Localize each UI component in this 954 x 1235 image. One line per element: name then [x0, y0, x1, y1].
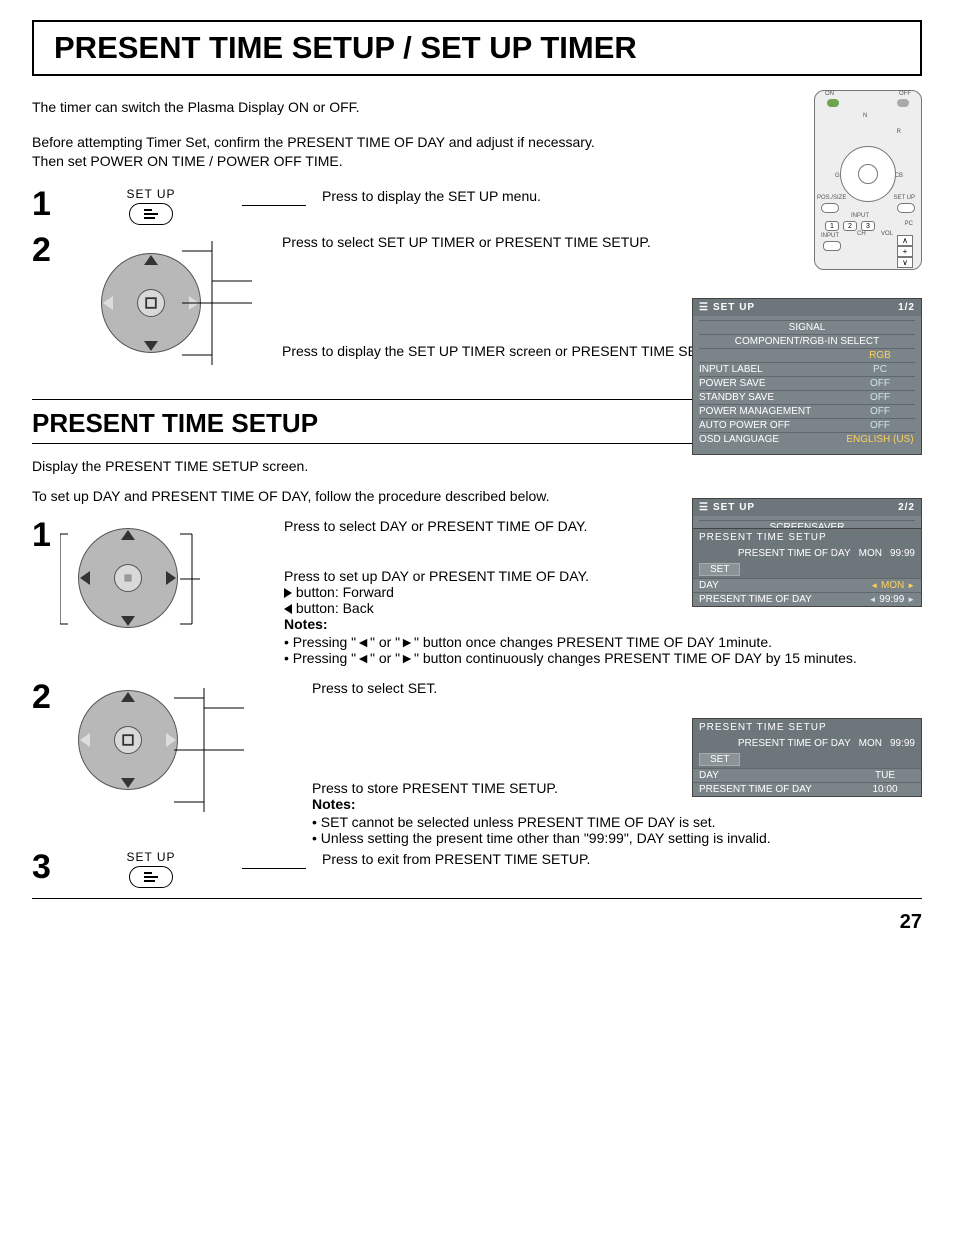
note-item: Pressing "◄" or "►" button continuously … — [284, 650, 922, 666]
note-item: Unless setting the present time other th… — [312, 830, 922, 846]
setup-menu-page-1: ☰SET UP 1/2 SIGNAL COMPONENT/RGB-IN SELE… — [692, 298, 922, 455]
down-arrow-icon — [144, 341, 158, 351]
panel-subheader: PRESENT TIME OF DAY MON 99:99 — [693, 736, 921, 751]
menu-item: POWER SAVEOFF — [699, 376, 915, 390]
setup-button-icon — [129, 866, 173, 888]
present-time-panel-1: PRESENT TIME SETUP PRESENT TIME OF DAY M… — [692, 528, 922, 607]
menu-icon: ☰ — [699, 302, 709, 313]
up-arrow-icon — [121, 692, 135, 702]
menu-item: AUTO POWER OFFOFF — [699, 418, 915, 432]
right-arrow-icon — [166, 733, 176, 747]
action-center-icon — [114, 564, 142, 592]
present-time-panel-2: PRESENT TIME SETUP PRESENT TIME OF DAY M… — [692, 718, 922, 797]
panel-row: DAY ◄ MON ► — [693, 578, 921, 592]
left-triangle-icon — [284, 604, 292, 614]
right-chevron-icon: ► — [907, 595, 915, 604]
up-arrow-icon — [121, 530, 135, 540]
input-button-icon — [823, 241, 841, 251]
left-arrow-icon — [80, 733, 90, 747]
setup-button-icon — [129, 203, 173, 225]
pos-size-button-icon — [821, 203, 839, 213]
top-block: The timer can switch the Plasma Display … — [32, 98, 922, 373]
dial-graphic — [76, 233, 226, 373]
note-item: Pressing "◄" or "►" button once changes … — [284, 634, 922, 650]
right-triangle-icon — [284, 588, 292, 598]
step-number: 2 — [32, 680, 60, 846]
left-arrow-icon — [80, 571, 90, 585]
menu-page-indicator: 2/2 — [898, 502, 915, 513]
panel-row: PRESENT TIME OF DAY 10:00 — [693, 782, 921, 796]
menu-item: INPUT LABELPC — [699, 362, 915, 376]
nav-ring-icon — [840, 146, 896, 202]
vol-rocker-icon: ∧ + ∨ — [897, 235, 913, 268]
down-arrow-icon — [121, 778, 135, 788]
menu-item: SIGNAL — [699, 320, 915, 334]
notes-label: Notes: — [284, 616, 922, 632]
menu-item: RGB — [699, 348, 915, 362]
menu-item: STANDBY SAVEOFF — [699, 390, 915, 404]
setup-button-graphic: SET UP — [76, 187, 226, 225]
up-arrow-icon — [144, 255, 158, 265]
intro-text: The timer can switch the Plasma Display … — [32, 98, 922, 171]
menu-item: COMPONENT/RGB-IN SELECT — [699, 334, 915, 348]
menu-item: POWER MANAGEMENTOFF — [699, 404, 915, 418]
remote-illustration: ON OFF N R G CB POS./SIZE SET UP INPUT 1… — [814, 90, 922, 270]
step-number: 2 — [32, 233, 60, 267]
step-number: 3 — [32, 850, 60, 884]
nav-dial-icon — [68, 680, 188, 800]
left-arrow-icon — [103, 296, 113, 310]
right-arrow-icon — [166, 571, 176, 585]
panel-subheader: PRESENT TIME OF DAY MON 99:99 — [693, 546, 921, 561]
pts-step-3-text: Press to exit from PRESENT TIME SETUP. — [322, 850, 922, 869]
note-item: SET cannot be selected unless PRESENT TI… — [312, 814, 922, 830]
left-chevron-icon: ◄ — [869, 595, 877, 604]
intro-line-2: Before attempting Timer Set, confirm the… — [32, 133, 922, 171]
panel-title: PRESENT TIME SETUP — [693, 719, 921, 736]
step-number: 1 — [32, 187, 60, 221]
left-chevron-icon: ◄ — [870, 581, 878, 590]
down-arrow-icon — [121, 616, 135, 626]
nav-dial-icon — [91, 243, 211, 363]
menu-icon: ☰ — [699, 502, 709, 513]
panel-row: PRESENT TIME OF DAY ◄ 99:99 ► — [693, 592, 921, 606]
notes-label: Notes: — [312, 796, 922, 812]
leader-line-icon — [242, 868, 306, 869]
panel-set-row: SET — [693, 751, 921, 768]
action-center-icon — [137, 289, 165, 317]
pts-step-3: 3 SET UP Press to exit from PRESENT TIME… — [32, 850, 922, 888]
divider — [32, 898, 922, 899]
intro-line-1: The timer can switch the Plasma Display … — [32, 98, 922, 117]
right-arrow-icon — [189, 296, 199, 310]
notes-list: SET cannot be selected unless PRESENT TI… — [312, 814, 922, 846]
page-number: 27 — [32, 911, 922, 934]
off-led-icon — [897, 99, 909, 107]
remote-number-buttons: 1 2 3 — [825, 221, 875, 231]
setup-button-icon — [897, 203, 915, 213]
page-title: PRESENT TIME SETUP / SET UP TIMER — [54, 30, 900, 66]
on-led-icon — [827, 99, 839, 107]
menu-item: OSD LANGUAGEENGLISH (US) — [699, 432, 915, 446]
panel-row: DAY TUE — [693, 768, 921, 782]
panel-set-row: SET — [693, 561, 921, 578]
pts-block: 1 Press to select DAY or PRESENT — [32, 518, 922, 888]
menu-page-indicator: 1/2 — [898, 302, 915, 313]
step-1-row: 1 SET UP Press to display the SET UP men… — [32, 187, 922, 225]
title-box: PRESENT TIME SETUP / SET UP TIMER — [32, 20, 922, 76]
right-chevron-icon: ► — [907, 581, 915, 590]
section2-intro-1: Display the PRESENT TIME SETUP screen. — [32, 458, 922, 474]
setup-button-graphic: SET UP — [76, 850, 226, 888]
step-number: 1 — [32, 518, 60, 666]
action-center-icon — [114, 726, 142, 754]
notes-list: Pressing "◄" or "►" button once changes … — [284, 634, 922, 666]
panel-title: PRESENT TIME SETUP — [693, 529, 921, 546]
nav-dial-icon — [68, 518, 188, 638]
leader-line-icon — [242, 205, 306, 206]
